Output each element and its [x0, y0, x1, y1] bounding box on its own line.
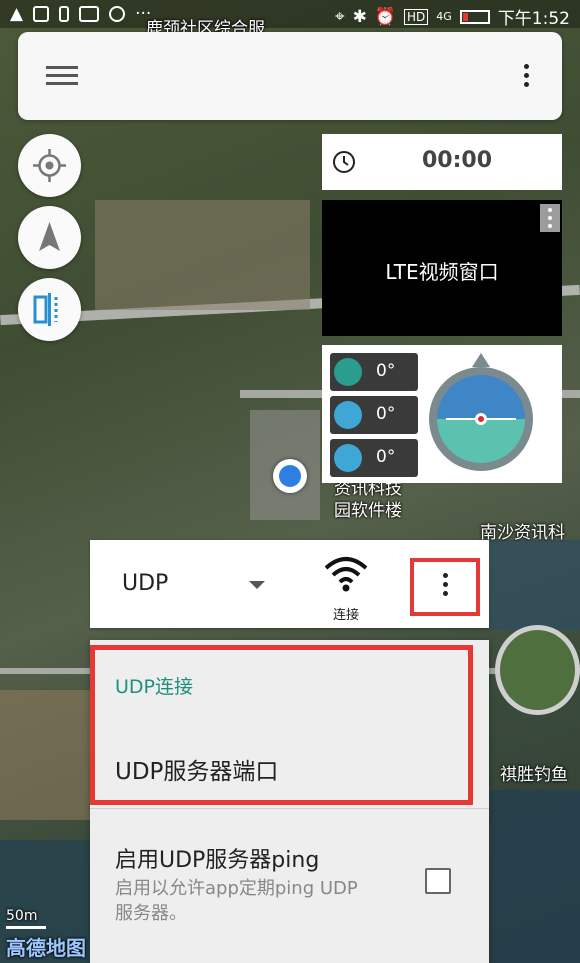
battery-icon: [459, 9, 490, 24]
udp-settings-menu: UDP连接 UDP服务器端口 启用UDP服务器ping 启用以允许app定期pi…: [90, 640, 489, 963]
split-view-button[interactable]: [18, 278, 81, 341]
udp-ping-checkbox[interactable]: [425, 868, 451, 894]
map-stadium: [495, 625, 580, 715]
app-icon: [79, 6, 100, 22]
menu-divider: [90, 808, 489, 809]
map-label-poi: 祺胜钓鱼: [500, 765, 568, 785]
video-window[interactable]: LTE视频窗口: [322, 200, 562, 336]
navigation-arrow-icon: [39, 222, 60, 251]
udp-connection-bar: UDP 连接: [90, 540, 489, 628]
bluetooth-icon: ✱: [352, 6, 367, 27]
pitch-icon: [334, 401, 362, 429]
current-location-marker: [273, 459, 307, 493]
attitude-panel: 0° 0° 0°: [322, 345, 562, 483]
more-options-icon: [441, 573, 449, 600]
map-water: [490, 790, 580, 963]
notification-icon: [33, 6, 50, 22]
timer-value: 00:00: [422, 148, 493, 173]
hd-icon: HD: [404, 8, 429, 25]
udp-server-port-item[interactable]: UDP服务器端口: [115, 752, 278, 786]
network-type: 4G: [436, 10, 452, 23]
map-logo: 高德地图: [6, 936, 86, 960]
alarm-icon: ⏰: [374, 6, 397, 27]
menu-icon[interactable]: [46, 66, 78, 86]
plane-icon: [334, 358, 362, 386]
protocol-select[interactable]: UDP: [122, 571, 168, 596]
video-title: LTE视频窗口: [385, 260, 499, 284]
artificial-horizon: [429, 353, 533, 471]
yaw-readout: 0°: [330, 439, 418, 477]
map-village: [95, 200, 310, 310]
location-icon: ⌖: [335, 6, 345, 27]
pitch-readout: 0°: [330, 396, 418, 434]
flight-timer: 00:00: [322, 134, 562, 190]
wifi-icon[interactable]: [322, 554, 370, 594]
connect-label[interactable]: 连接: [330, 604, 362, 623]
status-bar: ▲ ··· ⌖ ✱ ⏰ HD 4G 下午1:52: [0, 0, 580, 29]
battery-small-icon: [59, 6, 70, 22]
yaw-icon: [334, 444, 362, 472]
overflow-menu-button[interactable]: [410, 558, 480, 616]
crosshair-icon: [33, 149, 66, 182]
locate-me-button[interactable]: [18, 134, 81, 197]
top-search-card[interactable]: [18, 32, 562, 120]
udp-ping-description: 启用以允许app定期ping UDP服务器。: [115, 878, 358, 924]
signal-icon: ▲: [10, 4, 24, 24]
map-label-poi: 南沙资讯科: [480, 523, 565, 543]
split-view-icon: [33, 293, 58, 326]
chevron-down-icon[interactable]: [249, 581, 265, 589]
more-options-icon: [546, 208, 554, 232]
map-water: [490, 540, 580, 630]
status-time: 下午1:52: [497, 9, 570, 29]
roll-value: 0°: [376, 361, 396, 381]
roll-readout: 0°: [330, 353, 418, 391]
navigate-button[interactable]: [18, 206, 81, 269]
map-scale: 50m: [6, 908, 38, 924]
map-label-poi: 园软件楼: [334, 501, 402, 521]
map-fields: [0, 690, 95, 820]
app-icon: [109, 6, 126, 22]
clock-icon: [333, 151, 355, 173]
udp-ping-title[interactable]: 启用UDP服务器ping: [115, 842, 319, 874]
yaw-value: 0°: [376, 447, 396, 467]
pitch-value: 0°: [376, 404, 396, 424]
map-scale-bar: [6, 926, 46, 929]
video-more-button[interactable]: [540, 204, 560, 232]
menu-category-udp: UDP连接: [115, 676, 193, 698]
more-options-icon[interactable]: [522, 64, 530, 91]
